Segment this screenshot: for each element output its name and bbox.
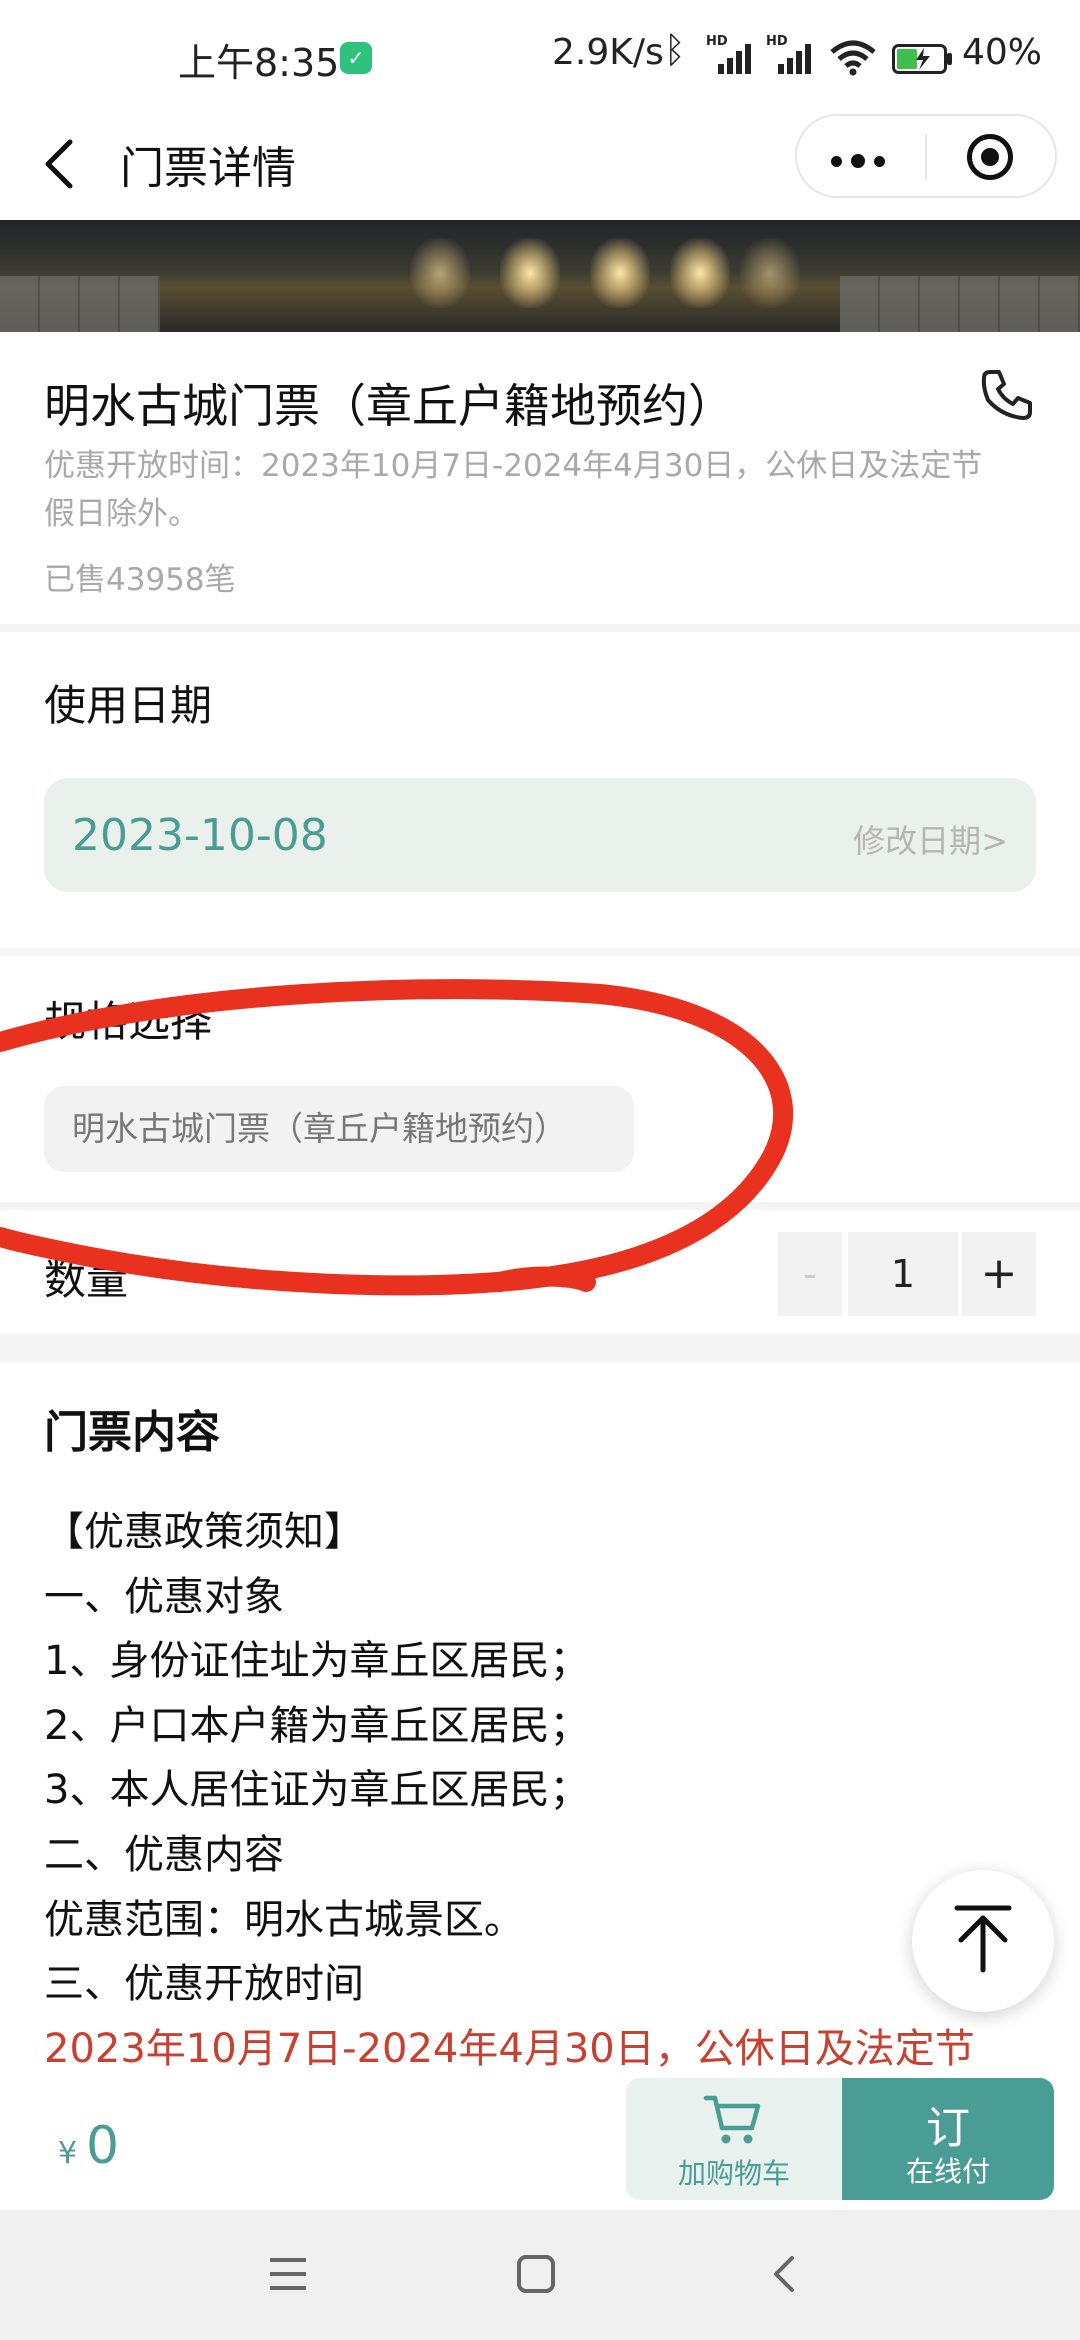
date-picker[interactable]: 2023-10-08 修改日期> xyxy=(44,778,1036,892)
system-nav-bar xyxy=(0,2210,1080,2340)
more-dots-icon[interactable] xyxy=(831,152,894,171)
status-time: 上午8:35 xyxy=(178,41,340,85)
spec-section: 规格选择 明水古城门票（章丘户籍地预约） xyxy=(0,956,1080,1202)
quantity-value[interactable]: 1 xyxy=(848,1232,958,1316)
add-to-cart-button[interactable]: 加购物车 xyxy=(626,2078,842,2200)
nav-bar: 门票详情 xyxy=(0,110,1080,220)
content-title: 门票内容 xyxy=(44,1407,220,1458)
bluetooth-icon: ᛒ xyxy=(664,30,686,71)
spec-option[interactable]: 明水古城门票（章丘户籍地预约） xyxy=(44,1086,634,1172)
bottom-action-bar: ¥ 0 加购物车 订 在线付 xyxy=(0,2070,1080,2210)
content-line: 二、优惠内容 xyxy=(44,1831,284,1878)
currency-symbol: ¥ xyxy=(58,2136,78,2171)
modify-date-link[interactable]: 修改日期> xyxy=(853,816,1008,862)
date-section: 使用日期 2023-10-08 修改日期> xyxy=(0,632,1080,948)
date-section-title: 使用日期 xyxy=(44,681,213,730)
back-chevron-icon[interactable] xyxy=(770,2254,798,2294)
total-price: 0 xyxy=(86,2116,120,2176)
shield-icon: ✓ xyxy=(340,42,372,74)
battery-percent: 40% xyxy=(962,32,1043,73)
quantity-section: 数量 - 1 + xyxy=(0,1210,1080,1334)
content-line: 2、户口本户籍为章丘区居民； xyxy=(44,1702,590,1749)
content-body: 【优惠政策须知】 一、优惠对象 1、身份证住址为章丘区居民； 2、户口本户籍为章… xyxy=(44,1500,1044,2070)
capsule-divider xyxy=(925,134,927,180)
content-highlight-line: 2023年10月7日-2024年4月30日，公休日及法定节 xyxy=(44,2025,975,2070)
page-title: 门票详情 xyxy=(120,143,296,194)
status-bar: 上午8:35 ✓ 2.9K/s ᛒ HD HD 40% xyxy=(0,0,1080,110)
content-line: 1、身份证住址为章丘区居民； xyxy=(44,1638,590,1685)
battery-icon xyxy=(892,44,952,74)
back-arrow-icon[interactable] xyxy=(40,134,80,194)
content-line: 优惠范围：明水古城景区。 xyxy=(44,1896,524,1943)
wifi-icon xyxy=(830,40,876,76)
phone-icon[interactable] xyxy=(980,368,1034,422)
ticket-info: 明水古城门票（章丘户籍地预约） 优惠开放时间：2023年10月7日-2024年4… xyxy=(0,332,1080,624)
home-square-icon[interactable] xyxy=(516,2254,556,2294)
mini-program-capsule xyxy=(795,114,1057,198)
signal-icon: HD xyxy=(706,34,756,74)
increment-button[interactable]: + xyxy=(962,1232,1036,1316)
selected-date: 2023-10-08 xyxy=(72,810,328,861)
quantity-label: 数量 xyxy=(44,1255,129,1304)
order-main-label: 订 xyxy=(926,2103,970,2154)
cart-label: 加购物车 xyxy=(677,2157,790,2190)
open-time-line: 优惠开放时间：2023年10月7日-2024年4月30日，公休日及法定节 xyxy=(44,448,983,484)
signal-icon-2: HD xyxy=(766,34,816,74)
content-line: 三、优惠开放时间 xyxy=(44,1961,364,2008)
target-icon[interactable] xyxy=(967,134,1013,180)
decrement-button[interactable]: - xyxy=(778,1232,842,1316)
sold-count: 已售43958笔 xyxy=(44,562,236,598)
order-sub-label: 在线付 xyxy=(905,2155,990,2188)
back-to-top-button[interactable] xyxy=(912,1870,1054,2012)
content-line: 3、本人居住证为章丘区居民； xyxy=(44,1767,590,1814)
arrow-up-icon xyxy=(954,1905,1012,1973)
open-time-line: 假日除外。 xyxy=(44,496,199,532)
content-line: 【优惠政策须知】 xyxy=(44,1509,364,1555)
spec-section-title: 规格选择 xyxy=(44,997,213,1046)
ticket-name: 明水古城门票（章丘户籍地预约） xyxy=(44,379,734,433)
cart-icon xyxy=(703,2095,761,2144)
order-button[interactable]: 订 在线付 xyxy=(842,2078,1054,2200)
network-speed: 2.9K/s xyxy=(552,32,664,73)
open-time: 优惠开放时间：2023年10月7日-2024年4月30日，公休日及法定节 假日除… xyxy=(44,442,1034,538)
menu-icon[interactable] xyxy=(268,2256,308,2292)
content-line: 一、优惠对象 xyxy=(44,1573,284,1620)
banner-image xyxy=(0,220,1080,332)
